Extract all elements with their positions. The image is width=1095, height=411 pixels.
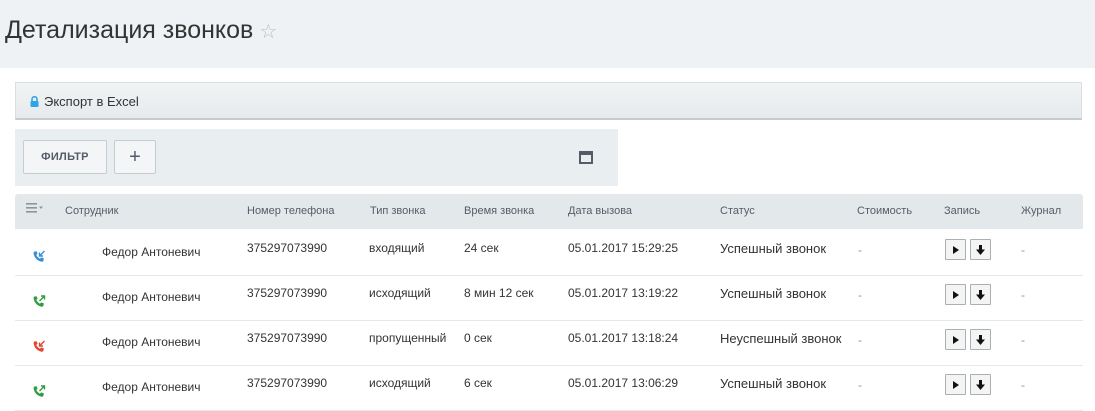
- window-icon[interactable]: [579, 151, 593, 164]
- call-type-cell: исходящий: [369, 286, 431, 300]
- download-icon: [976, 289, 985, 300]
- date-cell: 05.01.2017 13:18:24: [568, 331, 679, 345]
- column-header-date[interactable]: Дата вызова: [568, 205, 632, 217]
- export-excel-link[interactable]: Экспорт в Excel: [30, 94, 139, 109]
- table-row[interactable]: Федор Антоневич 375297073990 входящий 24 се…: [15, 230, 1083, 276]
- status-cell: Неуспешный звонок: [720, 331, 842, 346]
- download-icon: [976, 334, 985, 345]
- employee-cell: Федор Антоневич: [102, 290, 201, 304]
- column-header-journal[interactable]: Журнал: [1021, 205, 1061, 217]
- phone-cell: 375297073990: [247, 241, 328, 255]
- employee-cell: Федор Антоневич: [102, 335, 201, 349]
- column-header-status[interactable]: Статус: [720, 205, 755, 217]
- missed-call-icon: [33, 340, 45, 352]
- play-record-button[interactable]: [945, 329, 966, 350]
- table-header: Сотрудник Номер телефона Тип звонка Врем…: [15, 194, 1083, 229]
- status-cell: Успешный звонок: [720, 241, 827, 256]
- call-type-cell: входящий: [369, 241, 425, 255]
- download-record-button[interactable]: [970, 239, 991, 260]
- journal-cell: -: [1021, 288, 1025, 302]
- download-record-button[interactable]: [970, 374, 991, 395]
- play-icon: [952, 335, 959, 344]
- play-icon: [952, 290, 959, 299]
- page-title: Детализация звонков ☆: [5, 16, 277, 45]
- cost-cell: -: [858, 333, 862, 347]
- table-row[interactable]: Федор Антоневич 375297073990 исходящий 6 се…: [15, 365, 1083, 411]
- page-header: Детализация звонков ☆: [0, 0, 1095, 68]
- table-row[interactable]: Федор Антоневич 375297073990 пропущенный 0 …: [15, 320, 1083, 366]
- play-icon: [952, 245, 959, 254]
- journal-cell: -: [1021, 333, 1025, 347]
- export-excel-label: Экспорт в Excel: [44, 94, 139, 109]
- play-record-button[interactable]: [945, 374, 966, 395]
- column-header-record[interactable]: Запись: [944, 205, 980, 217]
- table-row[interactable]: Федор Антоневич 375297073990 исходящий 8 ми…: [15, 275, 1083, 321]
- employee-cell: Федор Антоневич: [102, 245, 201, 259]
- outgoing-call-icon: [33, 295, 46, 307]
- incoming-call-icon: [33, 250, 45, 262]
- duration-cell: 24 сек: [464, 241, 499, 255]
- star-icon[interactable]: ☆: [259, 21, 277, 43]
- cost-cell: -: [858, 243, 862, 257]
- filter-button[interactable]: ФИЛЬТР: [23, 140, 107, 174]
- duration-cell: 0 сек: [464, 331, 492, 345]
- call-type-cell: пропущенный: [369, 331, 447, 345]
- call-type-cell: исходящий: [369, 376, 431, 390]
- column-header-cost[interactable]: Стоимость: [857, 205, 912, 217]
- play-icon: [952, 380, 959, 389]
- column-menu-icon[interactable]: [26, 203, 44, 213]
- export-panel: Экспорт в Excel: [15, 82, 1082, 120]
- page-title-text: Детализация звонков: [5, 16, 254, 44]
- cost-cell: -: [858, 378, 862, 392]
- download-icon: [976, 244, 985, 255]
- date-cell: 05.01.2017 13:19:22: [568, 286, 679, 300]
- date-cell: 05.01.2017 13:06:29: [568, 376, 679, 390]
- duration-cell: 6 сек: [464, 376, 492, 390]
- date-cell: 05.01.2017 15:29:25: [568, 241, 679, 255]
- column-header-call-type[interactable]: Тип звонка: [370, 205, 426, 217]
- filter-panel: ФИЛЬТР +: [15, 129, 618, 186]
- journal-cell: -: [1021, 378, 1025, 392]
- phone-cell: 375297073990: [247, 331, 328, 345]
- cost-cell: -: [858, 288, 862, 302]
- outgoing-call-icon: [33, 385, 46, 397]
- lock-icon: [30, 96, 39, 107]
- column-header-employee[interactable]: Сотрудник: [65, 205, 118, 217]
- duration-cell: 8 мин 12 сек: [464, 286, 534, 300]
- journal-cell: -: [1021, 243, 1025, 257]
- add-button[interactable]: +: [114, 140, 156, 174]
- play-record-button[interactable]: [945, 284, 966, 305]
- play-record-button[interactable]: [945, 239, 966, 260]
- phone-cell: 375297073990: [247, 376, 328, 390]
- employee-cell: Федор Антоневич: [102, 380, 201, 394]
- download-icon: [976, 379, 985, 390]
- phone-cell: 375297073990: [247, 286, 328, 300]
- download-record-button[interactable]: [970, 329, 991, 350]
- column-header-duration[interactable]: Время звонка: [464, 205, 534, 217]
- status-cell: Успешный звонок: [720, 286, 827, 301]
- download-record-button[interactable]: [970, 284, 991, 305]
- status-cell: Успешный звонок: [720, 376, 827, 391]
- column-header-phone[interactable]: Номер телефона: [247, 205, 334, 217]
